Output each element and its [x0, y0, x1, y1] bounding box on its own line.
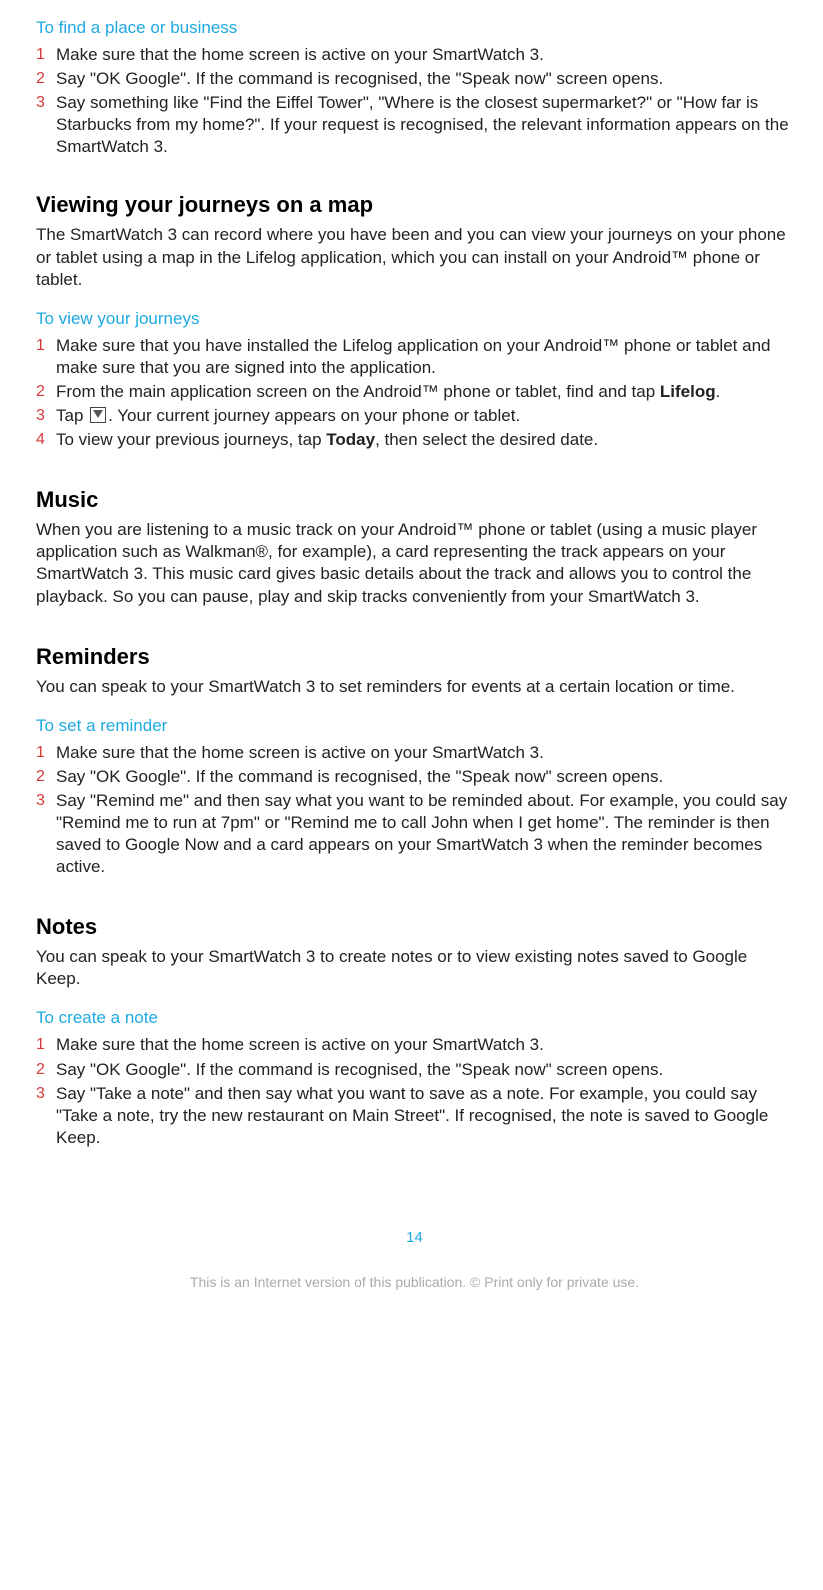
fragment: To view your previous journeys, tap: [56, 430, 326, 449]
step-number: 1: [36, 335, 56, 357]
step-text: Say "OK Google". If the command is recog…: [56, 1059, 793, 1081]
steps-notes: 1 Make sure that the home screen is acti…: [36, 1034, 793, 1148]
paragraph-reminders: You can speak to your SmartWatch 3 to se…: [36, 676, 793, 698]
step-text: From the main application screen on the …: [56, 381, 793, 403]
footer: 14 This is an Internet version of this p…: [36, 1229, 793, 1320]
list-item: 2 Say "OK Google". If the command is rec…: [56, 766, 793, 788]
step-text: Tap . Your current journey appears on yo…: [56, 405, 793, 427]
step-text: Make sure that the home screen is active…: [56, 742, 793, 764]
step-text: Make sure that the home screen is active…: [56, 44, 793, 66]
list-item: 2 From the main application screen on th…: [56, 381, 793, 403]
step-number: 2: [36, 766, 56, 788]
step-text: To view your previous journeys, tap Toda…: [56, 429, 793, 451]
step-text: Say "Take a note" and then say what you …: [56, 1083, 793, 1149]
fragment: From the main application screen on the …: [56, 382, 660, 401]
fragment: Tap: [56, 406, 88, 425]
step-number: 3: [36, 92, 56, 114]
step-number: 1: [36, 742, 56, 764]
paragraph-notes: You can speak to your SmartWatch 3 to cr…: [36, 946, 793, 990]
list-item: 3 Say "Remind me" and then say what you …: [56, 790, 793, 878]
paragraph-music: When you are listening to a music track …: [36, 519, 793, 607]
heading-reminders: Reminders: [36, 644, 793, 670]
step-text: Say "Remind me" and then say what you wa…: [56, 790, 793, 878]
step-number: 1: [36, 44, 56, 66]
heading-music: Music: [36, 487, 793, 513]
list-item: 3 Tap . Your current journey appears on …: [56, 405, 793, 427]
steps-reminders: 1 Make sure that the home screen is acti…: [36, 742, 793, 879]
step-text: Say "OK Google". If the command is recog…: [56, 68, 793, 90]
subheading-create-note: To create a note: [36, 1008, 793, 1028]
step-number: 1: [36, 1034, 56, 1056]
list-item: 1 Make sure that the home screen is acti…: [56, 44, 793, 66]
fragment: , then select the desired date.: [375, 430, 598, 449]
step-text: Make sure that you have installed the Li…: [56, 335, 793, 379]
subheading-view-journeys: To view your journeys: [36, 309, 793, 329]
step-number: 2: [36, 1059, 56, 1081]
list-item: 1 Make sure that the home screen is acti…: [56, 1034, 793, 1056]
bold-lifelog: Lifelog: [660, 382, 716, 401]
list-item: 3 Say something like "Find the Eiffel To…: [56, 92, 793, 158]
step-text: Say "OK Google". If the command is recog…: [56, 766, 793, 788]
paragraph-map: The SmartWatch 3 can record where you ha…: [36, 224, 793, 290]
list-item: 4 To view your previous journeys, tap To…: [56, 429, 793, 451]
step-text: Make sure that the home screen is active…: [56, 1034, 793, 1056]
list-item: 2 Say "OK Google". If the command is rec…: [56, 68, 793, 90]
step-number: 3: [36, 790, 56, 812]
page-number: 14: [36, 1229, 793, 1246]
list-item: 1 Make sure that you have installed the …: [56, 335, 793, 379]
bold-today: Today: [326, 430, 375, 449]
list-item: 3 Say "Take a note" and then say what yo…: [56, 1083, 793, 1149]
step-text: Say something like "Find the Eiffel Towe…: [56, 92, 793, 158]
fragment: .: [716, 382, 721, 401]
heading-notes: Notes: [36, 914, 793, 940]
step-number: 3: [36, 405, 56, 427]
list-item: 2 Say "OK Google". If the command is rec…: [56, 1059, 793, 1081]
map-location-icon: [90, 407, 106, 423]
fragment: . Your current journey appears on your p…: [108, 406, 520, 425]
step-number: 2: [36, 381, 56, 403]
disclaimer: This is an Internet version of this publ…: [36, 1274, 793, 1290]
subheading-find: To find a place or business: [36, 18, 793, 38]
step-number: 2: [36, 68, 56, 90]
step-number: 4: [36, 429, 56, 451]
subheading-set-reminder: To set a reminder: [36, 716, 793, 736]
step-number: 3: [36, 1083, 56, 1105]
steps-journeys: 1 Make sure that you have installed the …: [36, 335, 793, 451]
document-page: To find a place or business 1 Make sure …: [0, 18, 823, 1320]
steps-find: 1 Make sure that the home screen is acti…: [36, 44, 793, 158]
list-item: 1 Make sure that the home screen is acti…: [56, 742, 793, 764]
heading-map: Viewing your journeys on a map: [36, 192, 793, 218]
